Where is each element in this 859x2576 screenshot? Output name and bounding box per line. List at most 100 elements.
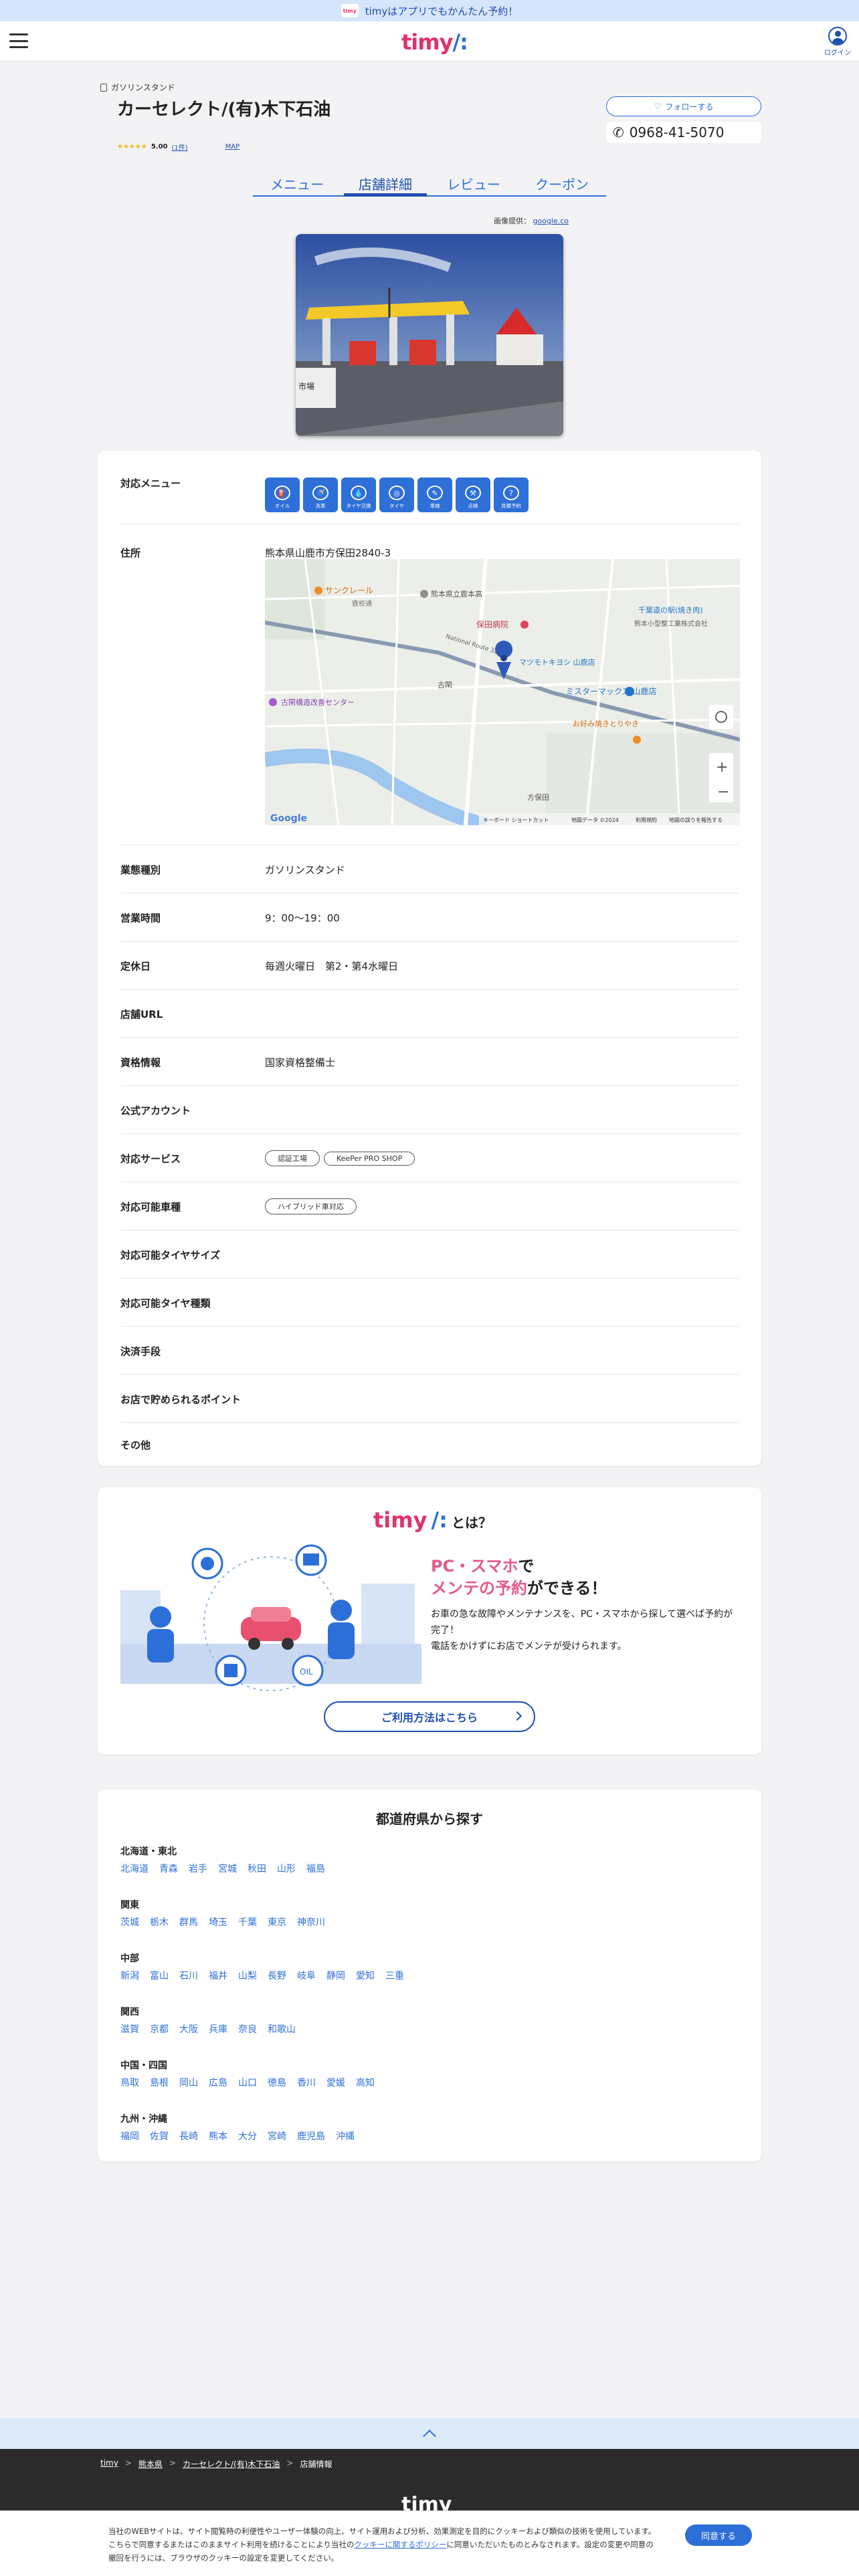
site-header: timy/: ログイン: [0, 21, 859, 62]
review-count-link[interactable]: (1件): [172, 142, 188, 152]
prefecture-link[interactable]: 大分: [238, 2129, 257, 2143]
prefecture-link[interactable]: 鳥取: [120, 2076, 139, 2089]
prefecture-link[interactable]: 長野: [268, 1969, 286, 1982]
phone-button[interactable]: ✆ 0968-41-5070: [606, 122, 761, 143]
inspection-icon[interactable]: ✎ 車検: [417, 477, 452, 512]
prefecture-link[interactable]: 新潟: [120, 1969, 139, 1982]
prefecture-link[interactable]: 栃木: [150, 1915, 169, 1929]
breadcrumb-home[interactable]: timy: [100, 2458, 118, 2470]
prefecture-link[interactable]: 埼玉: [209, 1915, 227, 1929]
breadcrumb-prefecture[interactable]: 熊本県: [138, 2458, 163, 2470]
how-to-use-button[interactable]: ご利用方法はこちら: [324, 1701, 535, 1732]
login-button[interactable]: ログイン: [823, 27, 852, 57]
prefecture-link[interactable]: 奈良: [238, 2022, 257, 2036]
prefecture-link[interactable]: 愛媛: [326, 2076, 345, 2089]
prefecture-link[interactable]: 愛知: [356, 1969, 375, 1982]
prefecture-link[interactable]: 山梨: [238, 1969, 257, 1982]
prefecture-link[interactable]: 富山: [150, 1969, 169, 1982]
page-top-button[interactable]: [0, 2418, 859, 2449]
agree-button[interactable]: 同意する: [685, 2525, 752, 2546]
prefecture-link[interactable]: 群馬: [179, 1915, 198, 1929]
map-area-label: 古閑: [438, 681, 452, 689]
prefecture-link[interactable]: 福井: [209, 1969, 227, 1982]
google-map[interactable]: National Route 325 サンクレール 熊本県立鹿本高 保田病院 マ…: [265, 559, 740, 825]
prefecture-link[interactable]: 千葉: [238, 1915, 257, 1929]
prefecture-link[interactable]: 佐賀: [150, 2129, 169, 2143]
map-link[interactable]: MAP: [225, 143, 240, 150]
prefecture-link[interactable]: 香川: [297, 2076, 316, 2089]
svg-text:市場: 市場: [298, 381, 314, 391]
tab-menu[interactable]: メニュー: [253, 170, 341, 195]
label-services: 対応サービス: [120, 1153, 181, 1165]
map-poi: 古閑構造改善センター: [281, 697, 355, 707]
map-terms: 利用規約: [636, 817, 657, 823]
oil-icon[interactable]: ⛽ オイル: [265, 477, 300, 512]
map-area-label: 鹿校通: [352, 599, 372, 608]
tab-coupons[interactable]: クーポン: [518, 170, 606, 195]
region-group: 九州・沖縄 福岡 佐賀 長崎 熊本 大分 宮崎 鹿児島 沖縄: [120, 2112, 365, 2143]
prefecture-link[interactable]: 北海道: [120, 1862, 149, 1875]
prefecture-link[interactable]: 岩手: [189, 1862, 207, 1875]
prefecture-link[interactable]: 秋田: [248, 1862, 266, 1875]
prefecture-link[interactable]: 宮崎: [268, 2129, 286, 2143]
prefecture-link[interactable]: 大阪: [179, 2022, 198, 2036]
other-icon[interactable]: ? 見積予約: [494, 477, 529, 512]
cookie-policy-link[interactable]: クッキーに関するポリシー: [354, 2540, 446, 2549]
prefecture-link[interactable]: 山形: [277, 1862, 296, 1875]
region-group: 関西 滋賀 京都 大阪 兵庫 奈良 和歌山: [120, 2005, 306, 2036]
prefecture-link[interactable]: 熊本: [209, 2129, 227, 2143]
row-type: 業態種別 ガソリンスタンド: [120, 845, 739, 893]
prefecture-link[interactable]: 岐阜: [297, 1969, 316, 1982]
shop-photo[interactable]: 市場: [296, 234, 563, 436]
prefecture-link[interactable]: 岡山: [179, 2076, 198, 2089]
prefecture-link[interactable]: 滋賀: [120, 2022, 139, 2036]
prefecture-link[interactable]: 山口: [238, 2076, 257, 2089]
tab-reviews[interactable]: レビュー: [430, 170, 518, 195]
region-group: 中部 新潟 富山 石川 福井 山梨 長野 岐阜 静岡 愛知 三重: [120, 1951, 415, 1982]
fluid-icon[interactable]: 💧 タイヤ交換: [341, 477, 376, 512]
prefecture-link[interactable]: 宮城: [218, 1862, 237, 1875]
prefecture-link[interactable]: 福岡: [120, 2129, 139, 2143]
hamburger-menu-icon[interactable]: [9, 33, 28, 48]
prefecture-link[interactable]: 神奈川: [297, 1915, 325, 1929]
map-poi: マツモトキヨシ 山鹿店: [519, 657, 595, 667]
tire-icon[interactable]: ◎ タイヤ: [379, 477, 414, 512]
prefecture-link[interactable]: 京都: [150, 2022, 169, 2036]
about-illustration: OIL: [120, 1544, 421, 1691]
prefecture-link[interactable]: 和歌山: [268, 2022, 296, 2036]
row-menu: 対応メニュー ⛽ オイル 🚿 洗車 💧 タイヤ交換 ◎ タイヤ ✎ 車検 ⚒ 点検 ? 見積予…: [120, 464, 739, 524]
tab-shop-details[interactable]: 店舗詳細: [341, 170, 430, 197]
rating-value: 5.00: [151, 143, 168, 150]
prefecture-link[interactable]: 石川: [179, 1969, 198, 1982]
prefecture-link[interactable]: 高知: [356, 2076, 375, 2089]
shop-details-card: 対応メニュー ⛽ オイル 🚿 洗車 💧 タイヤ交換 ◎ タイヤ ✎ 車検 ⚒ 点検 ? 見積予…: [98, 451, 761, 1466]
site-logo[interactable]: timy/:: [401, 29, 468, 55]
prefecture-link[interactable]: 福島: [306, 1862, 325, 1875]
prefecture-link[interactable]: 静岡: [326, 1969, 345, 1982]
car-wash-icon[interactable]: 🚿 洗車: [303, 477, 338, 512]
breadcrumb-shop[interactable]: カーセレクト/(有)木下石油: [183, 2458, 280, 2470]
prefecture-link[interactable]: 東京: [268, 1915, 286, 1929]
type-value: ガソリンスタンド: [265, 864, 345, 876]
prefecture-link[interactable]: 茨城: [120, 1915, 139, 1929]
label-address: 住所: [120, 547, 141, 559]
label-tire-size: 対応可能タイヤサイズ: [120, 1249, 221, 1261]
follow-button[interactable]: ♡ フォローする: [606, 96, 761, 116]
row-other: その他: [120, 1423, 739, 1463]
prefecture-link[interactable]: 徳島: [268, 2076, 286, 2089]
app-promo-banner[interactable]: timy timyはアプリでもかんたん予約！: [0, 0, 859, 21]
prefecture-link[interactable]: 兵庫: [209, 2022, 227, 2036]
prefecture-link[interactable]: 鹿児島: [297, 2129, 325, 2143]
repair-icon[interactable]: ⚒ 点検: [456, 477, 490, 512]
prefecture-link[interactable]: 三重: [385, 1969, 404, 1982]
cookie-text: 当社のWEBサイトは、サイト閲覧時の利便性やユーザー体験の向上、サイト運用および…: [108, 2527, 656, 2563]
chevron-up-icon: [423, 2430, 436, 2443]
photo-credit-link[interactable]: google.co: [533, 217, 569, 225]
user-icon: [828, 27, 847, 45]
prefecture-link[interactable]: 島根: [150, 2076, 169, 2089]
prefecture-link[interactable]: 広島: [209, 2076, 227, 2089]
prefecture-link[interactable]: 沖縄: [336, 2129, 355, 2143]
prefecture-link[interactable]: 長崎: [179, 2129, 198, 2143]
prefecture-link[interactable]: 青森: [159, 1862, 178, 1875]
row-account: 公式アカウント: [120, 1086, 739, 1134]
